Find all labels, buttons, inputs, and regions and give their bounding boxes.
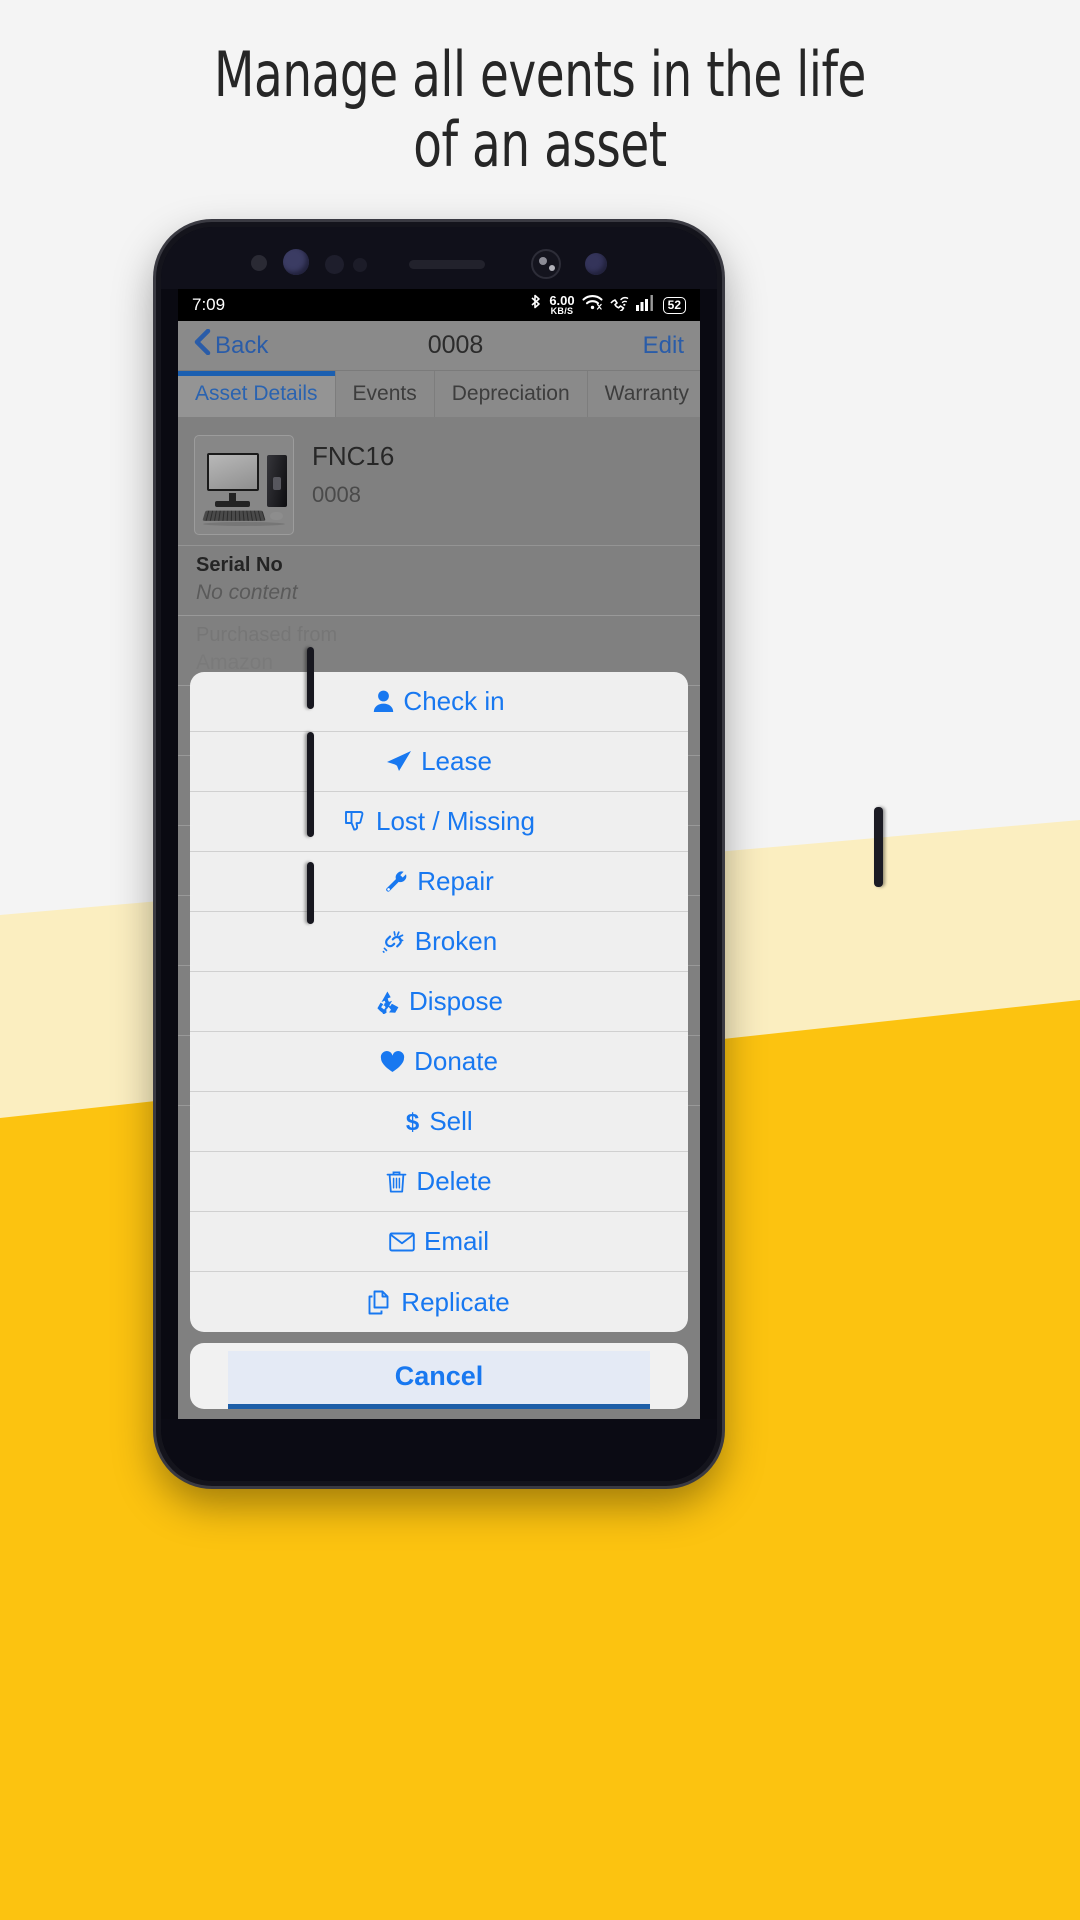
power-button[interactable]	[874, 807, 883, 887]
trash-icon	[386, 1170, 407, 1194]
tab-bar: Asset Details Events Depreciation Warran…	[178, 371, 700, 417]
volume-up-button[interactable]	[307, 647, 314, 709]
svg-text:$: $	[406, 1109, 420, 1135]
phone-screen: 7:09 6.00 KB/S 52 Back 0008 Edit Asset D…	[178, 289, 700, 1419]
cancel-button-label: Cancel	[394, 1360, 484, 1391]
action-lost-missing[interactable]: Lost / Missing	[190, 792, 688, 852]
iris-emitter-icon	[585, 253, 607, 275]
action-label: Check in	[403, 686, 505, 716]
broken-link-icon	[381, 929, 406, 954]
battery-indicator: 52	[662, 296, 686, 314]
navigation-bar: Back 0008 Edit	[178, 321, 700, 371]
action-repair[interactable]: Repair	[190, 852, 688, 912]
action-label: Lost / Missing	[376, 806, 535, 836]
thumbs-down-icon	[343, 810, 367, 834]
back-button-label: Back	[215, 331, 269, 359]
wrench-icon	[384, 870, 408, 894]
bluetooth-icon	[529, 293, 542, 317]
phone-bottom-bezel	[161, 1419, 717, 1481]
action-replicate[interactable]: Replicate	[190, 1272, 688, 1332]
action-label: Broken	[414, 926, 498, 956]
copy-icon	[368, 1290, 392, 1315]
iris-sensor-icon	[283, 249, 309, 275]
proximity-sensor-icon	[251, 255, 267, 271]
field-value: No content	[196, 581, 298, 604]
action-label: Lease	[421, 746, 492, 776]
phone-mockup: 7:09 6.00 KB/S 52 Back 0008 Edit Asset D…	[156, 222, 883, 1486]
nav-title: 0008	[427, 331, 484, 359]
page-title: Manage all events in the life of an asse…	[86, 38, 993, 182]
desktop-computer-icon	[194, 435, 294, 535]
asset-details-panel: FNC16 0008 Serial No No content Purchase…	[178, 417, 700, 1419]
action-delete[interactable]: Delete	[190, 1152, 688, 1212]
wifi-icon	[582, 294, 603, 316]
dollar-icon: $	[405, 1109, 420, 1135]
data-rate-indicator: 6.00 KB/S	[549, 294, 574, 316]
edit-button[interactable]: Edit	[643, 332, 684, 360]
action-lease[interactable]: Lease	[190, 732, 688, 792]
paper-plane-icon	[386, 750, 412, 774]
front-camera-lens	[539, 257, 547, 265]
data-rate-unit: KB/S	[550, 306, 574, 316]
volume-down-button[interactable]	[307, 732, 314, 837]
asset-summary-card[interactable]: FNC16 0008	[178, 417, 700, 545]
back-button[interactable]: Back	[194, 328, 269, 362]
tab-events[interactable]: Events	[336, 371, 435, 417]
action-label: Donate	[414, 1046, 498, 1076]
action-dispose[interactable]: Dispose	[190, 972, 688, 1032]
action-label: Sell	[429, 1106, 473, 1136]
action-donate[interactable]: Donate	[190, 1032, 688, 1092]
action-label: Replicate	[401, 1286, 510, 1317]
person-icon	[373, 690, 394, 713]
headline-line-1: Manage all events in the life	[214, 38, 866, 111]
tab-warranty[interactable]: Warranty	[588, 371, 700, 417]
headline-line-2: of an asset	[413, 108, 667, 182]
heart-icon	[380, 1050, 405, 1073]
front-camera-icon	[531, 249, 561, 279]
action-label: Repair	[417, 866, 494, 896]
tab-asset-details[interactable]: Asset Details	[178, 371, 336, 417]
asset-name: FNC16	[312, 441, 395, 471]
action-sell[interactable]: $ Sell	[190, 1092, 688, 1152]
action-email[interactable]: Email	[190, 1212, 688, 1272]
envelope-icon	[389, 1232, 415, 1252]
phone-body: 7:09 6.00 KB/S 52 Back 0008 Edit Asset D…	[161, 227, 717, 1481]
asset-code: 0008	[312, 482, 361, 507]
cellular-signal-icon	[635, 294, 656, 316]
phone-top-bezel	[161, 227, 717, 289]
action-label: Delete	[416, 1166, 492, 1196]
status-icons: 6.00 KB/S 52	[529, 293, 686, 317]
sensor-dot-icon	[353, 258, 367, 272]
action-broken[interactable]: Broken	[190, 912, 688, 972]
front-camera-glint	[549, 265, 555, 271]
chevron-left-icon	[194, 328, 211, 362]
action-sheet-list: Check in Lease Lost / Missing Repair Bro…	[190, 672, 688, 1332]
cancel-button[interactable]: Cancel	[190, 1343, 688, 1409]
status-time: 7:09	[192, 295, 226, 314]
field-serial-no[interactable]: Serial No No content	[178, 545, 700, 615]
earpiece-speaker	[409, 260, 485, 269]
action-label: Dispose	[409, 986, 503, 1016]
tab-depreciation[interactable]: Depreciation	[435, 371, 588, 417]
action-label: Email	[423, 1226, 489, 1256]
wifi-calling-icon	[610, 294, 629, 316]
status-bar: 7:09 6.00 KB/S 52	[178, 289, 700, 321]
field-label: Serial No	[196, 554, 283, 576]
home-indicator	[228, 1404, 650, 1409]
light-sensor-icon	[325, 255, 344, 274]
assistant-button[interactable]	[307, 862, 314, 924]
recycle-icon	[375, 990, 400, 1014]
action-sheet: Check in Lease Lost / Missing Repair Bro…	[190, 672, 688, 1409]
field-label: Purchased from	[196, 624, 338, 646]
asset-meta: FNC16 0008	[312, 435, 394, 535]
action-check-in[interactable]: Check in	[190, 672, 688, 732]
